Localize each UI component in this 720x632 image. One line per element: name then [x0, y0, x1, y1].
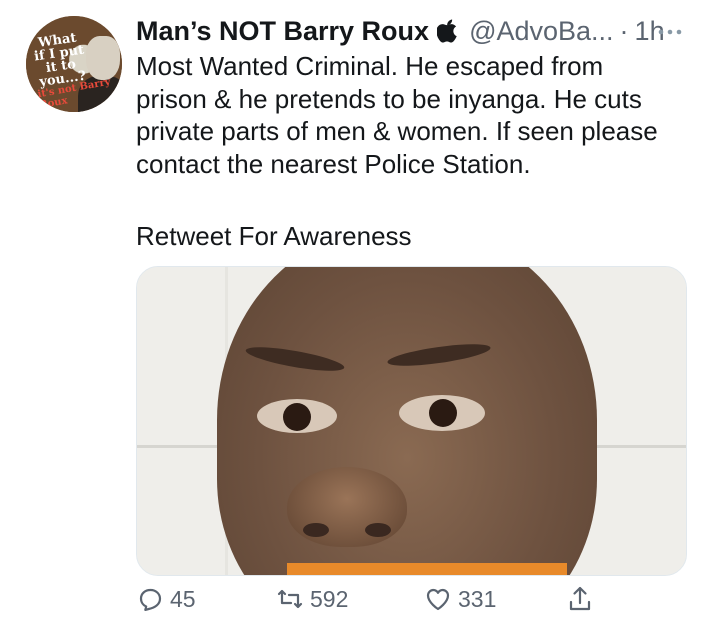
share-icon — [569, 586, 591, 611]
tweet-photo[interactable] — [136, 266, 687, 576]
apple-icon — [437, 19, 457, 43]
heart-icon — [426, 588, 450, 611]
left-eye — [257, 399, 337, 433]
tweet-header: Man’s NOT Barry Roux @AdvoBa... · 1h — [136, 14, 665, 48]
avatar[interactable]: What if I put it to you...? it's not Bar… — [26, 16, 122, 112]
tweet-body-extra: Retweet For Awareness — [136, 221, 412, 251]
share-button[interactable] — [566, 585, 594, 613]
right-nostril — [365, 523, 391, 537]
more-icon[interactable] — [655, 22, 685, 42]
like-button[interactable]: 331 — [424, 585, 496, 613]
nose — [287, 467, 407, 547]
left-nostril — [303, 523, 329, 537]
avatar-face — [86, 36, 120, 80]
reply-button[interactable]: 45 — [136, 585, 196, 613]
tweet-actions: 45 592 331 — [0, 585, 720, 625]
tweet-body: Most Wanted Criminal. He escaped from pr… — [136, 51, 658, 179]
display-name[interactable]: Man’s NOT Barry Roux — [136, 16, 429, 47]
right-eye — [399, 395, 485, 431]
shirt-collar — [287, 563, 567, 575]
retweet-count: 592 — [310, 585, 349, 612]
retweet-button[interactable]: 592 — [276, 585, 348, 613]
reply-count: 45 — [170, 585, 196, 612]
avatar-text: What if I put it to you...? — [33, 30, 87, 90]
user-handle[interactable]: @AdvoBa... — [469, 16, 613, 47]
like-count: 331 — [458, 585, 497, 612]
separator: · — [619, 15, 629, 46]
reply-icon — [139, 588, 162, 611]
retweet-icon — [277, 589, 303, 609]
